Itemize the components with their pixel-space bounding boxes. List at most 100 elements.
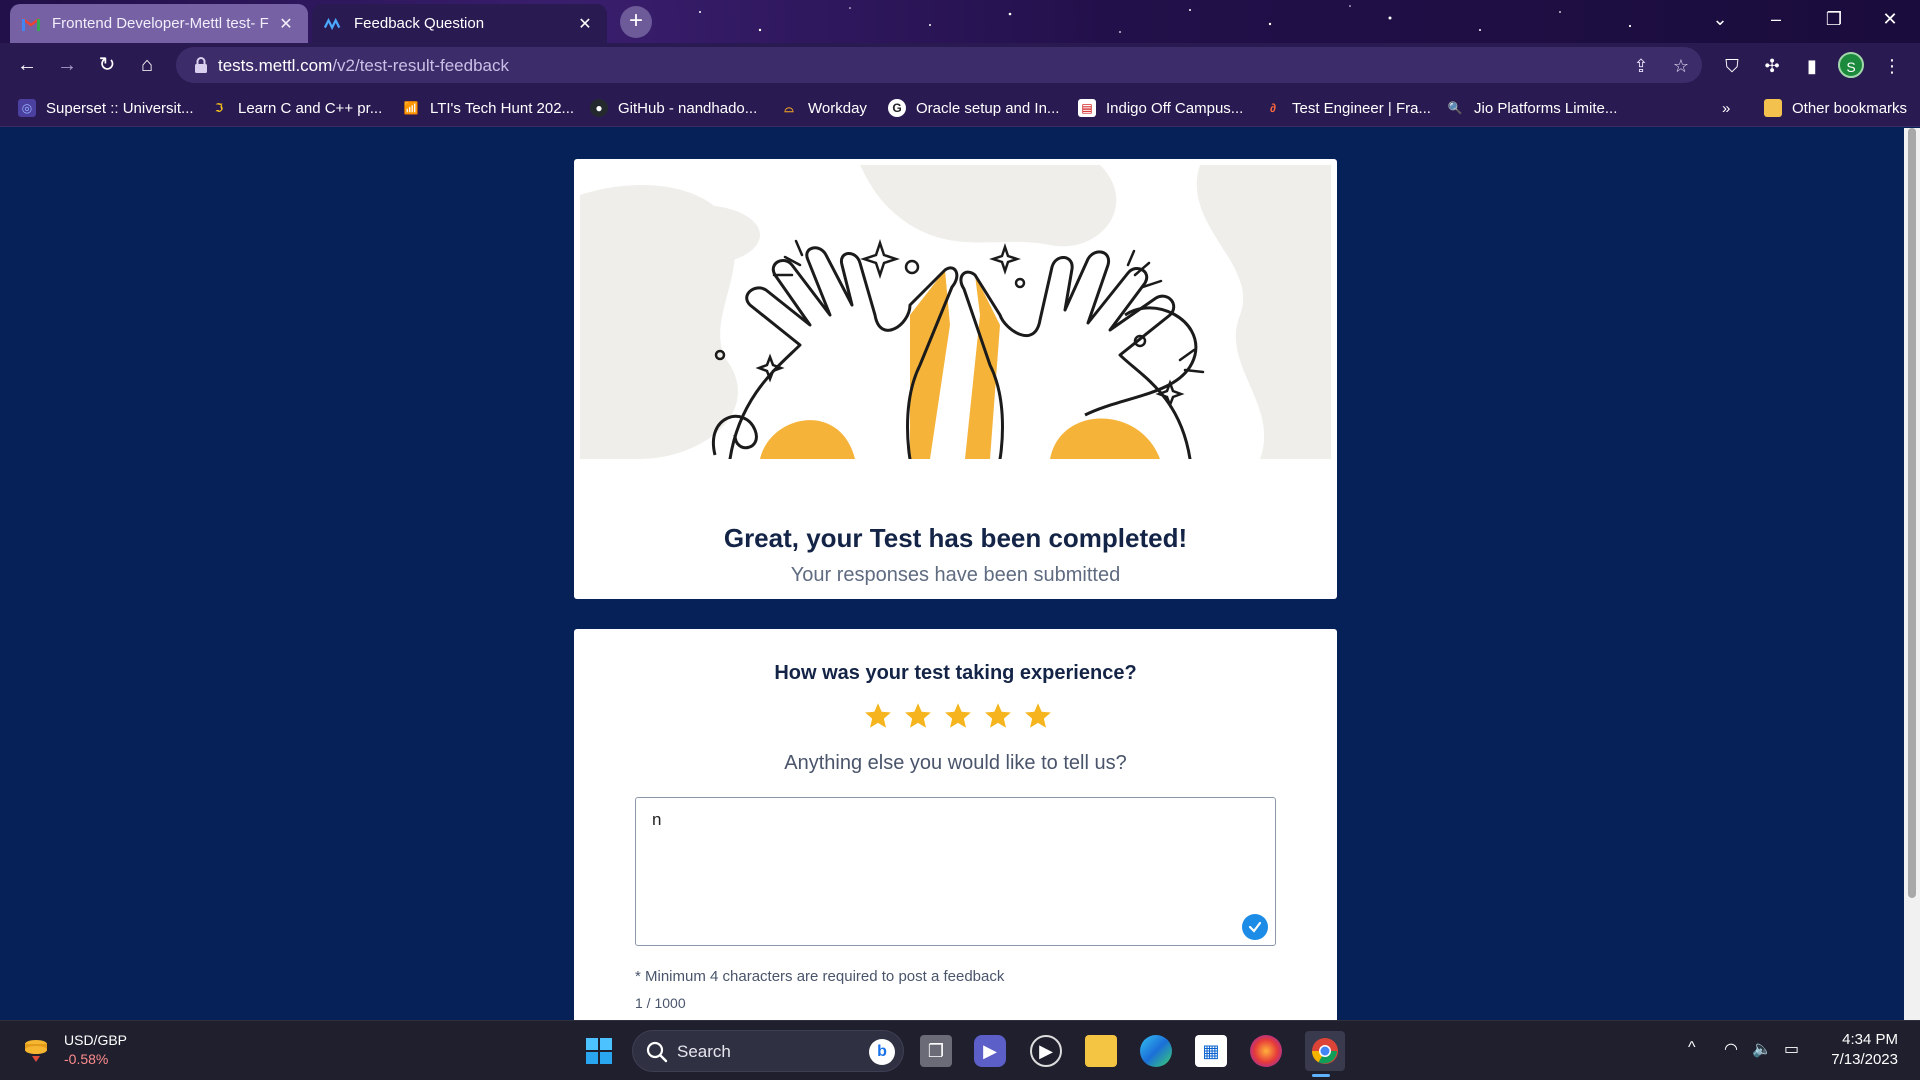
learn-c-icon: ℑ [214, 101, 224, 115]
feedback-card: How was your test taking experience? Any… [574, 629, 1337, 1020]
completion-subtitle: Your responses have been submitted [790, 564, 1121, 586]
star-rating[interactable] [863, 701, 1053, 735]
bookmark-item[interactable]: ▤ Indigo Off Campus... [1078, 97, 1243, 119]
media-player-icon[interactable]: ▶ [1030, 1035, 1062, 1067]
tab-title: Feedback Question [354, 15, 485, 32]
close-tab-icon[interactable]: ✕ [276, 14, 296, 34]
ticker-symbol: USD/GBP [64, 1032, 128, 1048]
battery-icon[interactable]: ▭ [1784, 1039, 1799, 1059]
page-scrollbar[interactable] [1904, 128, 1920, 1020]
bookmark-label: Superset :: Universit... [46, 99, 194, 117]
bookmark-item[interactable]: G Oracle setup and In... [888, 97, 1059, 119]
tab-title: Frontend Developer-Mettl test- F [52, 15, 269, 32]
rating-question: How was your test taking experience? [774, 662, 1137, 684]
workday-icon: ⌓ [784, 100, 794, 115]
lock-icon [195, 57, 207, 73]
ticker-change: -0.58% [64, 1051, 109, 1067]
bookmark-item[interactable]: ∂ Test Engineer | Fra... [1264, 97, 1431, 119]
bookmark-item[interactable]: ⌓ Workday [780, 97, 867, 119]
google-icon: G [888, 99, 906, 117]
bookmark-label: Indigo Off Campus... [1106, 99, 1244, 117]
folder-icon [1764, 99, 1782, 117]
completion-card: Great, your Test has been completed! You… [574, 159, 1337, 599]
wifi-icon[interactable]: ◠ [1724, 1039, 1738, 1059]
mettl-icon [324, 15, 342, 33]
show-hidden-icons-chevron[interactable]: ^ [1688, 1039, 1696, 1057]
minimize-icon[interactable]: – [1748, 0, 1804, 40]
star-icon[interactable] [943, 701, 973, 731]
active-app-indicator [1312, 1074, 1330, 1077]
bookmark-label: Learn C and C++ pr... [238, 99, 383, 117]
url-path: /v2/test-result-feedback [332, 56, 510, 75]
teams-chat-icon[interactable]: ▶ [974, 1035, 1006, 1067]
search-icon: 🔍 [1447, 101, 1463, 115]
back-arrow-icon[interactable]: ← [11, 49, 43, 81]
restore-icon[interactable]: ❐ [1806, 0, 1862, 40]
star-icon[interactable] [903, 701, 933, 731]
close-window-icon[interactable]: ✕ [1862, 0, 1918, 40]
forward-arrow-icon[interactable]: → [51, 49, 83, 81]
side-panel-icon[interactable]: ▮ [1800, 54, 1824, 78]
completion-title: Great, your Test has been completed! [723, 523, 1188, 553]
page-viewport: Great, your Test has been completed! You… [0, 128, 1920, 1020]
bookmark-star-icon[interactable]: ☆ [1670, 55, 1692, 77]
feedback-textarea[interactable] [635, 797, 1276, 946]
bookmark-item[interactable]: 📶 LTI's Tech Hunt 202... [402, 97, 575, 119]
bookmark-label: Other bookmarks [1792, 99, 1908, 117]
browser-toolbar: ← → ↻ ⌂ tests.mettl.com/v2/test-result-f… [0, 43, 1920, 87]
windows-taskbar: USD/GBP -0.58% Search b ❐ ▶ ▶ ▦ ^ ◠ 🔈 ▭ … [0, 1020, 1920, 1080]
star-icon[interactable] [1023, 701, 1053, 731]
github-icon: ● [590, 99, 608, 117]
address-bar[interactable]: tests.mettl.com/v2/test-result-feedback … [176, 47, 1702, 83]
edge-browser-icon[interactable] [1140, 1035, 1172, 1067]
star-icon[interactable] [863, 701, 893, 731]
new-tab-button[interactable]: + [620, 6, 652, 38]
home-icon[interactable]: ⌂ [131, 49, 163, 81]
shield-extension-icon[interactable]: ⛉ [1720, 54, 1744, 78]
tab-feedback-question[interactable]: Feedback Question ✕ [312, 4, 607, 43]
taskbar-search[interactable]: Search b [632, 1030, 904, 1072]
extensions-puzzle-icon[interactable]: ✣ [1760, 54, 1784, 78]
scrollbar-thumb[interactable] [1908, 128, 1916, 898]
task-view-icon[interactable]: ❐ [920, 1035, 952, 1067]
chrome-taskbar-button[interactable] [1305, 1031, 1345, 1071]
bookmark-label: Test Engineer | Fra... [1292, 99, 1431, 117]
currency-widget[interactable]: USD/GBP -0.58% [22, 1031, 127, 1069]
tab-search-chevron-icon[interactable]: ⌄ [1692, 0, 1748, 40]
bookmark-item[interactable]: 🔍 Jio Platforms Limite... [1446, 97, 1618, 119]
other-bookmarks[interactable]: Other bookmarks [1764, 97, 1907, 119]
bookmark-label: LTI's Tech Hunt 202... [430, 99, 575, 117]
bookmark-label: Jio Platforms Limite... [1474, 99, 1618, 117]
menu-kebab-icon[interactable]: ⋮ [1880, 54, 1904, 78]
bookmark-item[interactable]: ● GitHub - nandhado... [590, 97, 757, 119]
share-icon[interactable]: ⇪ [1630, 55, 1652, 77]
indigo-icon: ▤ [1078, 99, 1096, 117]
tab-frontend-developer[interactable]: Frontend Developer-Mettl test- F ✕ [10, 4, 308, 43]
chrome-icon [1311, 1038, 1338, 1064]
url-text: tests.mettl.com/v2/test-result-feedback [218, 56, 509, 76]
firefox-icon[interactable] [1250, 1035, 1282, 1067]
close-tab-icon[interactable]: ✕ [575, 14, 595, 34]
clock-time: 4:34 PM [1842, 1031, 1898, 1048]
bookmarks-overflow-button[interactable]: » [1722, 97, 1730, 119]
url-host: tests.mettl.com [218, 56, 333, 75]
system-clock[interactable]: 4:34 PM 7/13/2023 [1831, 1030, 1898, 1070]
file-explorer-icon[interactable] [1085, 1035, 1117, 1067]
test-engineer-icon: ∂ [1270, 101, 1276, 115]
chart-icon: 📶 [403, 101, 419, 115]
reload-icon[interactable]: ↻ [91, 49, 123, 81]
star-icon[interactable] [983, 701, 1013, 731]
volume-icon[interactable]: 🔈 [1752, 1039, 1772, 1059]
superset-icon: ◎ [18, 99, 36, 117]
comment-prompt: Anything else you would like to tell us? [784, 752, 1127, 774]
profile-avatar[interactable]: S [1838, 52, 1864, 78]
windows-start-icon[interactable] [583, 1035, 615, 1067]
bing-icon[interactable]: b [869, 1039, 895, 1065]
clock-date: 7/13/2023 [1831, 1051, 1898, 1068]
search-icon [646, 1041, 668, 1063]
bookmarks-bar: ◎ Superset :: Universit... ℑ Learn C and C… [0, 87, 1920, 127]
microsoft-store-icon[interactable]: ▦ [1195, 1035, 1227, 1067]
bookmark-item[interactable]: ◎ Superset :: Universit... [18, 97, 194, 119]
bookmark-item[interactable]: ℑ Learn C and C++ pr... [210, 97, 382, 119]
bookmark-label: GitHub - nandhado... [618, 99, 758, 117]
